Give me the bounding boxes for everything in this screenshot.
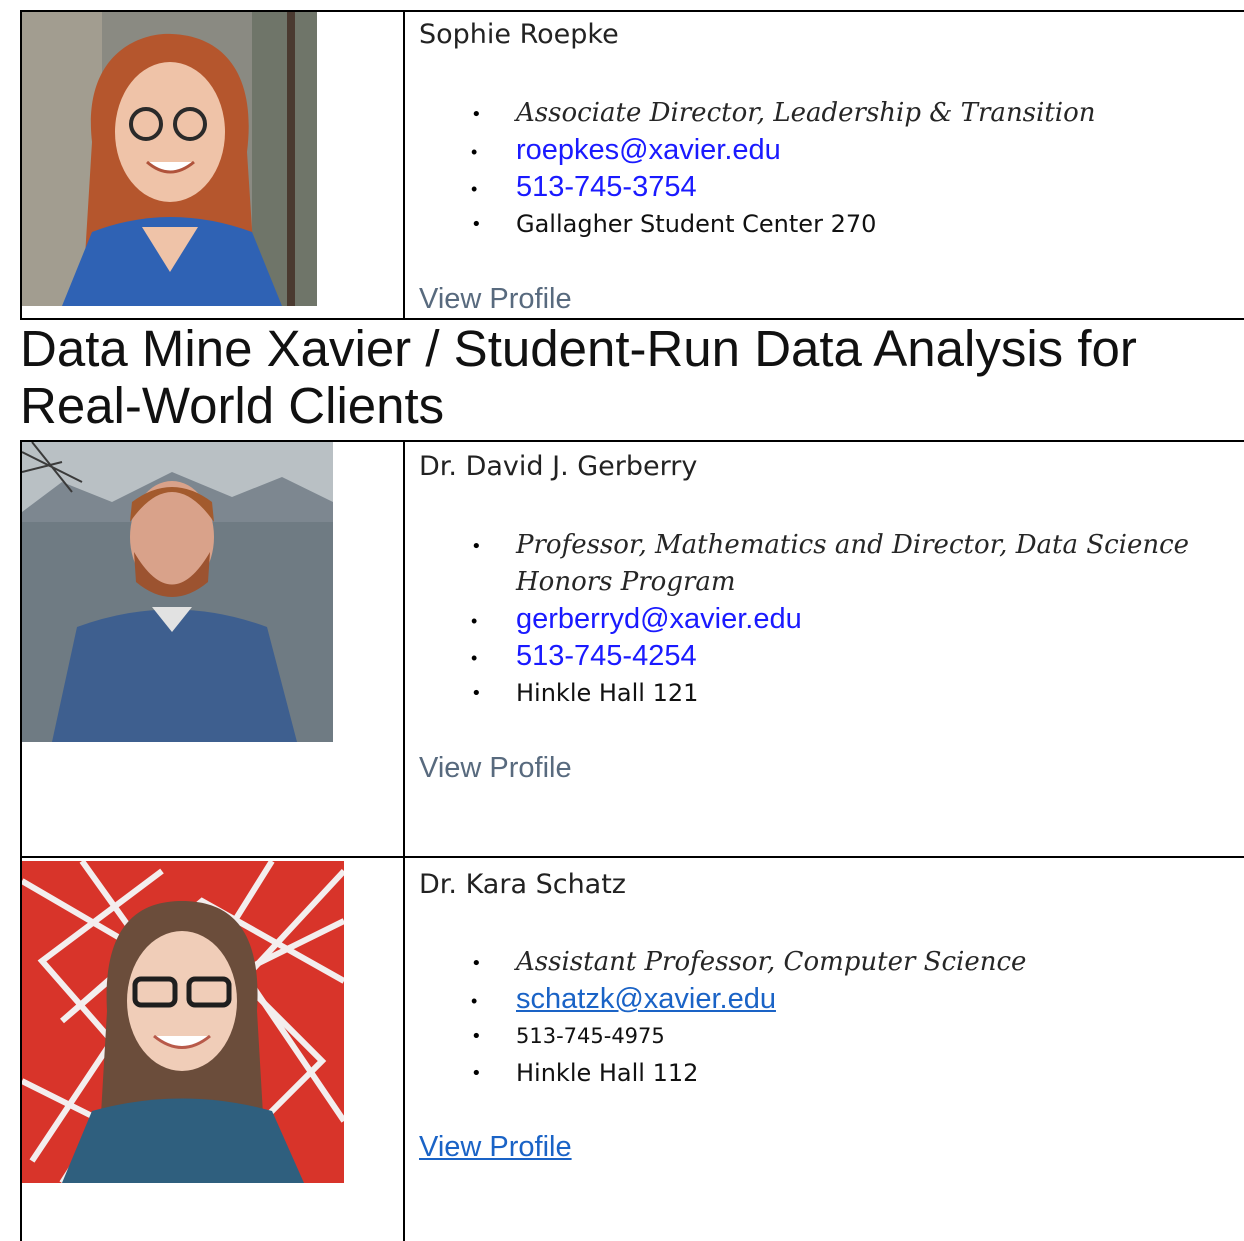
view-profile-link[interactable]: View Profile: [419, 1131, 572, 1164]
profile-photo-david-gerberry: [22, 442, 333, 742]
profile-photo-sophie-roepke: [22, 12, 317, 306]
section-heading: Data Mine Xavier / Student-Run Data Anal…: [20, 320, 1137, 434]
job-title-line-1: Professor, Mathematics and Director, Dat…: [516, 530, 1190, 560]
office-location: Hinkle Hall 112: [419, 1055, 1026, 1092]
column-divider-row2: [403, 440, 405, 1241]
email-link[interactable]: roepkes@xavier.edu: [419, 132, 1096, 171]
person-name: Dr. Kara Schatz: [419, 869, 626, 900]
person-name: Sophie Roepke: [419, 19, 619, 50]
job-title-line-2: Honors Program: [516, 567, 736, 597]
profile-photo-kara-schatz: [22, 861, 344, 1183]
phone-link[interactable]: 513-745-4254: [419, 638, 1189, 677]
row2-bottom-border: [20, 856, 1244, 858]
email-link[interactable]: schatzk@xavier.edu: [419, 981, 1026, 1020]
contact-list: Associate Director, Leadership & Transit…: [419, 95, 1096, 243]
job-title: Associate Director, Leadership & Transit…: [419, 95, 1096, 133]
phone-link[interactable]: 513-745-3754: [419, 169, 1096, 208]
contact-list: Assistant Professor, Computer Science sc…: [419, 944, 1026, 1092]
contact-list: Professor, Mathematics and Director, Dat…: [419, 527, 1189, 712]
office-location: Gallagher Student Center 270: [419, 206, 1096, 243]
job-title: Professor, Mathematics and Director, Dat…: [419, 527, 1189, 601]
office-location: Hinkle Hall 121: [419, 675, 1189, 712]
view-profile-link[interactable]: View Profile: [419, 752, 572, 785]
person-name: Dr. David J. Gerberry: [419, 451, 698, 482]
job-title: Assistant Professor, Computer Science: [419, 944, 1026, 982]
view-profile-link[interactable]: View Profile: [419, 283, 572, 316]
column-divider-row1: [403, 10, 405, 320]
email-link-text[interactable]: schatzk@xavier.edu: [516, 983, 776, 1015]
phone-number: 513-745-4975: [419, 1018, 1026, 1055]
email-link[interactable]: gerberryd@xavier.edu: [419, 601, 1189, 640]
